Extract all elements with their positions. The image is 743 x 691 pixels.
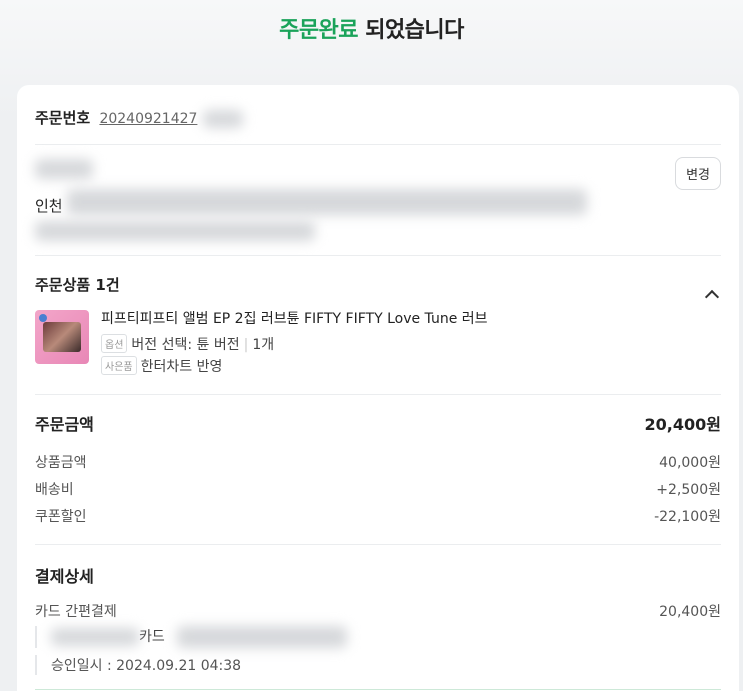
amount-row-label: 쿠폰할인	[35, 509, 87, 525]
amount-row-value: +2,500원	[656, 482, 721, 498]
amount-row: 상품금액 40,000원	[35, 452, 721, 472]
products-title: 주문상품 1건	[35, 276, 120, 294]
card-info: 카드	[35, 626, 348, 648]
payment-title: 결제상세	[35, 567, 94, 586]
gift-tag: 사은품	[101, 356, 137, 375]
chevron-up-icon[interactable]	[704, 289, 720, 305]
product-gift: 한터차트 반영	[140, 359, 223, 375]
redacted-card-name	[51, 628, 139, 646]
redacted-order-suffix	[202, 109, 243, 128]
title-rest: 되었습니다	[358, 18, 464, 43]
title-accent: 주문완료	[279, 18, 359, 43]
amount-row-label: 상품금액	[35, 455, 87, 471]
product-option-row: 옵션 버전 선택: 튠 버전 | 1개	[101, 334, 274, 354]
amount-row-value: -22,100원	[654, 509, 721, 525]
product-quantity: 1개	[252, 337, 275, 353]
amount-row: 쿠폰할인 -22,100원	[35, 506, 721, 526]
card-suffix: 카드	[139, 629, 165, 645]
amount-title: 주문금액	[35, 415, 94, 434]
amount-row-label: 배송비	[35, 482, 74, 498]
payment-amount: 20,400원	[659, 604, 721, 620]
payment-method-row: 카드 간편결제 20,400원	[35, 601, 721, 621]
product-name[interactable]: 피프티피프티 앨범 EP 2집 러브튠 FIFTY FIFTY Love Tun…	[101, 308, 488, 328]
page-title: 주문완료 되었습니다	[0, 0, 743, 85]
change-address-button[interactable]: 변경	[675, 157, 721, 190]
amount-row-value: 40,000원	[659, 455, 721, 471]
payment-method: 카드 간편결제	[35, 604, 117, 620]
option-tag: 옵션	[101, 334, 128, 353]
order-number-label: 주문번호	[35, 109, 91, 127]
address-city: 인천	[35, 197, 63, 215]
order-amount-section: 주문금액 20,400원 상품금액 40,000원 배송비 +2,500원 쿠폰…	[35, 395, 721, 545]
order-number-section: 주문번호 20240921427	[35, 85, 721, 145]
ordered-products-section: 주문상품 1건 피프티피프티 앨범 EP 2집 러브튠 FIFTY FIFTY …	[35, 256, 721, 395]
redacted-address-line1	[67, 189, 587, 215]
product-gift-row: 사은품 한터차트 반영	[101, 356, 222, 376]
order-number-link[interactable]: 20240921427	[99, 111, 197, 127]
redacted-recipient	[35, 159, 93, 179]
product-thumbnail	[35, 310, 89, 364]
amount-total: 20,400원	[644, 415, 721, 434]
product-option: 버전 선택: 튠 버전	[131, 337, 240, 353]
approval-datetime: 승인일시 : 2024.09.21 04:38	[35, 655, 241, 675]
shipping-address-section: 변경 인천	[35, 145, 721, 256]
redacted-card-number	[177, 626, 348, 648]
order-card: 주문번호 20240921427 변경 인천 주문상품 1건 피프티피프티 앨범…	[17, 85, 739, 691]
amount-row: 배송비 +2,500원	[35, 479, 721, 499]
redacted-address-line2	[35, 221, 315, 241]
payment-detail-section: 결제상세 카드 간편결제 20,400원 카드 승인일시 : 2024.09.2…	[35, 545, 721, 690]
